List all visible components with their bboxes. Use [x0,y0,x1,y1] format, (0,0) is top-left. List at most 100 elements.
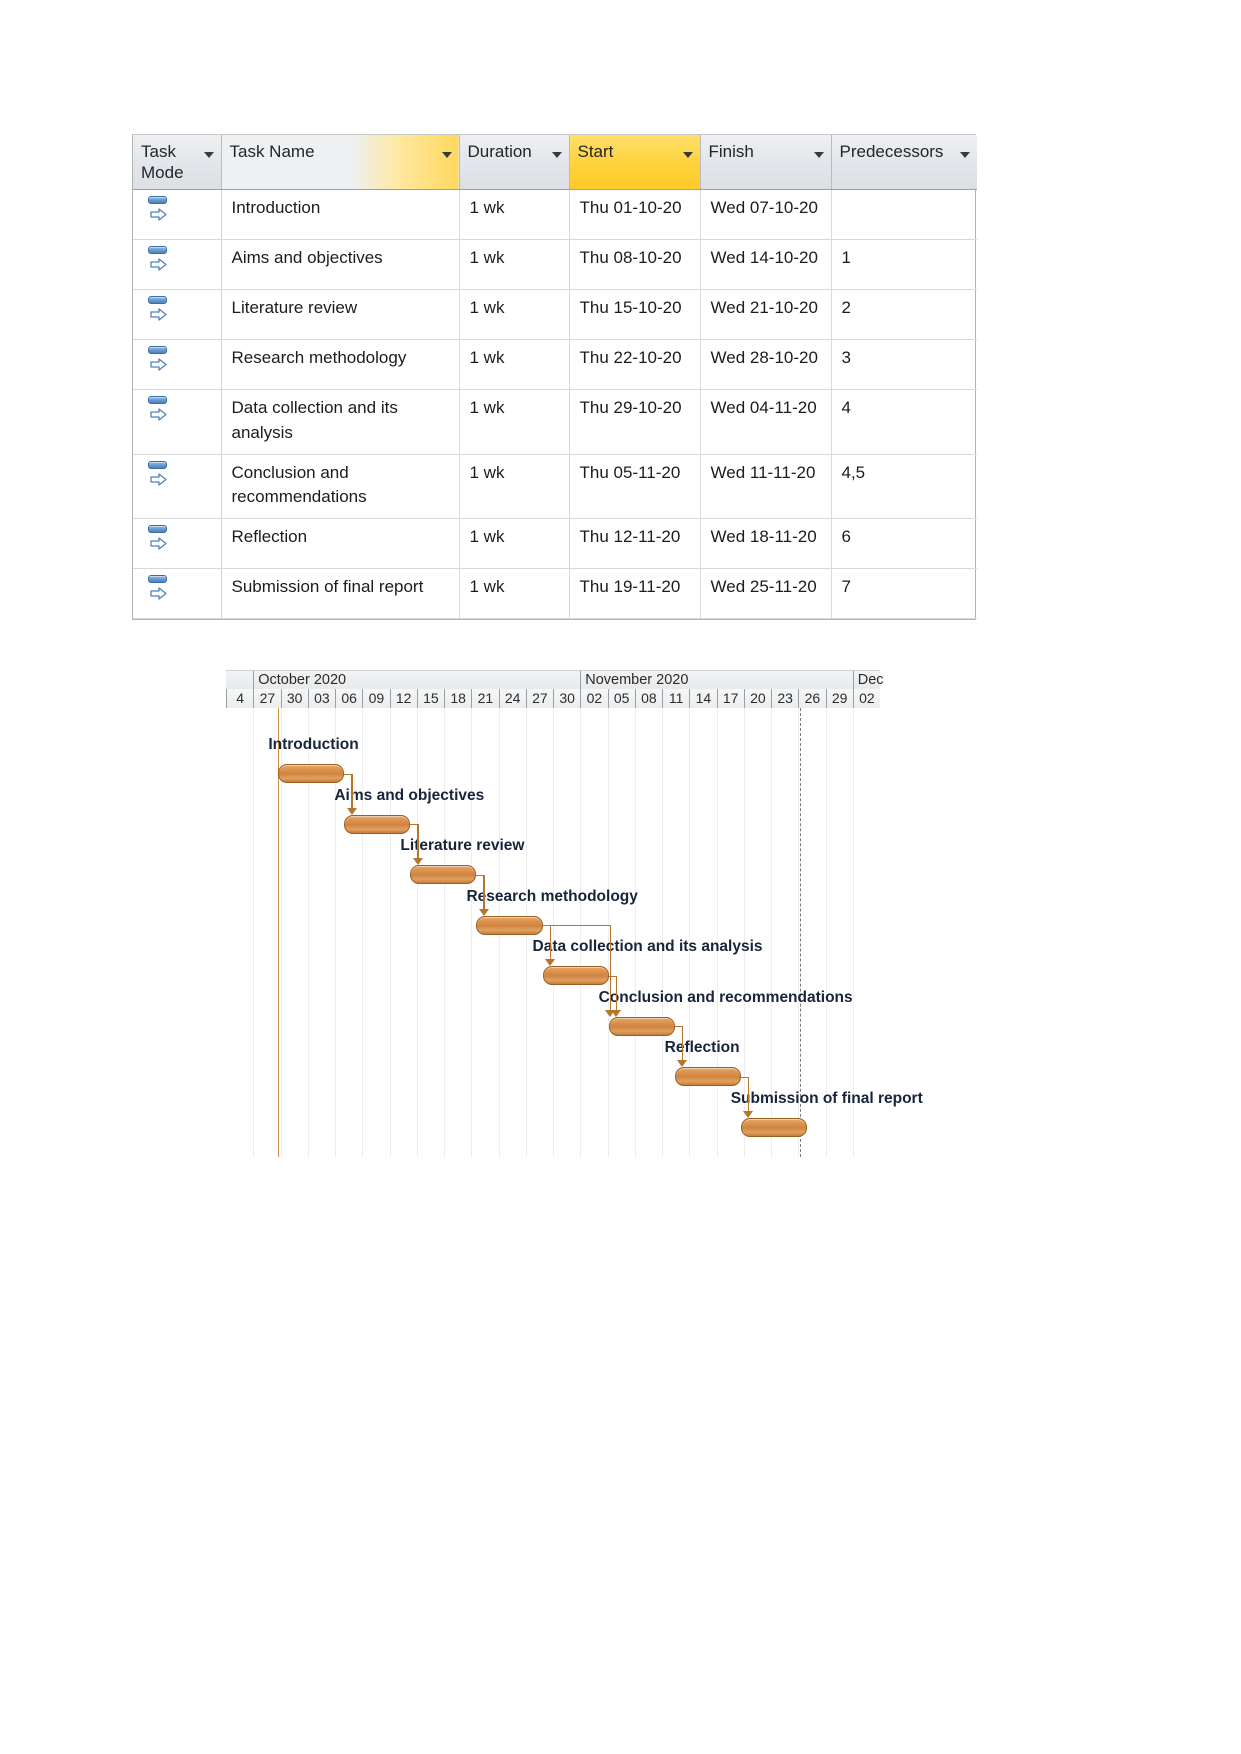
cell-start[interactable]: Thu 15-10-20 [569,289,701,341]
cell-start[interactable]: Thu 29-10-20 [569,389,701,455]
duration-text: 1 wk [469,248,505,268]
cell-finish[interactable]: Wed 14-10-20 [700,239,832,291]
cell-finish[interactable]: Wed 28-10-20 [700,339,832,391]
timescale-day-label: 15 [416,689,444,708]
cell-predecessors[interactable]: 6 [831,518,977,570]
gantt-task-bar[interactable] [278,764,345,783]
table-row[interactable]: Data collection and its analysis 1 wk Thu … [133,389,977,455]
table-row[interactable]: Introduction 1 wk Thu 01-10-20 Wed 07-10-20 [133,189,977,241]
cell-task-name[interactable]: Submission of final report [221,568,460,620]
cell-finish[interactable]: Wed 25-11-20 [700,568,832,620]
cell-task-mode[interactable] [133,339,222,391]
duration-text: 1 wk [469,348,505,368]
filter-dropdown-icon-start[interactable] [682,152,693,158]
cell-duration[interactable]: 1 wk [459,189,570,241]
cell-finish[interactable]: Wed 11-11-20 [700,454,832,520]
gantt-link-segment [615,975,617,1011]
column-header-start[interactable]: Start [569,135,701,191]
cell-task-mode[interactable] [133,568,222,620]
predecessors-text: 4 [841,398,851,418]
filter-dropdown-icon-task-name[interactable] [441,152,452,158]
cell-start[interactable]: Thu 22-10-20 [569,339,701,391]
cell-task-mode[interactable] [133,189,222,241]
table-row[interactable]: Research methodology 1 wk Thu 22-10-20 Wed … [133,339,977,391]
column-header-finish[interactable]: Finish [700,135,832,191]
gantt-task-bar[interactable] [542,966,609,985]
cell-predecessors[interactable]: 1 [831,239,977,291]
table-row[interactable]: Reflection 1 wk Thu 12-11-20 Wed 18-11-20 6 [133,518,977,570]
cell-duration[interactable]: 1 wk [459,389,570,455]
duration-text: 1 wk [469,198,505,218]
cell-predecessors[interactable]: 7 [831,568,977,620]
filter-dropdown-icon-predecessors[interactable] [960,152,970,158]
gantt-link-segment [410,824,418,826]
column-header-duration[interactable]: Duration [459,135,570,191]
cell-task-mode[interactable] [133,239,222,291]
cell-duration[interactable]: 1 wk [459,454,570,520]
filter-dropdown-icon-finish[interactable] [813,152,824,158]
column-header-predecessors[interactable]: Predecessors [831,135,977,191]
predecessors-text: 7 [841,577,851,597]
gantt-task-bar[interactable] [476,915,543,935]
gantt-gridline [553,708,554,1157]
table-row[interactable]: Conclusion and recommendations 1 wk Thu 05… [133,454,977,520]
cell-start[interactable]: Thu 08-10-20 [569,239,701,291]
cell-start[interactable]: Thu 01-10-20 [569,189,701,241]
auto-schedule-icon [147,525,169,551]
cell-predecessors[interactable] [831,189,977,241]
column-header-task-name[interactable]: Task Name [221,135,460,191]
cell-task-mode[interactable] [133,289,222,341]
cell-task-mode[interactable] [133,518,222,570]
cell-duration[interactable]: 1 wk [459,239,570,291]
cell-duration[interactable]: 1 wk [459,568,570,620]
cell-start[interactable]: Thu 19-11-20 [569,568,701,620]
filter-dropdown-icon-duration[interactable] [551,152,562,158]
cell-duration[interactable]: 1 wk [459,289,570,341]
predecessors-text: 4,5 [841,462,866,482]
gantt-gridline [416,708,418,1157]
timescale-month-label: Dec [852,671,908,690]
gantt-task-bar[interactable] [740,1117,807,1137]
filter-dropdown-icon-task-mode[interactable] [203,152,214,158]
table-row[interactable]: Aims and objectives 1 wk Thu 08-10-20 Wed 1… [133,239,977,291]
cell-predecessors[interactable]: 2 [831,289,977,341]
gantt-task-bar[interactable] [344,814,411,834]
cell-finish[interactable]: Wed 04-11-20 [700,389,832,455]
cell-finish[interactable]: Wed 21-10-20 [700,289,832,341]
timescale-day-label: 23 [771,689,798,708]
cell-task-name[interactable]: Data collection and its analysis [221,389,460,455]
gantt-gridline [444,708,445,1157]
gantt-task-bar[interactable] [410,865,477,884]
timescale-day-label: 14 [689,689,716,708]
task-name-text: Submission of final report [231,577,424,597]
cell-duration[interactable]: 1 wk [459,339,570,391]
gantt-task-bar[interactable] [608,1016,675,1036]
auto-schedule-icon [147,296,169,322]
timescale-day-label: 06 [335,689,362,708]
cell-predecessors[interactable]: 4,5 [831,454,977,520]
timescale-month-label: November 2020 [580,671,853,690]
gantt-link-segment [417,824,419,859]
gantt-link-arrow-icon [743,1110,754,1118]
table-row[interactable]: Submission of final report 1 wk Thu 19-11-… [133,568,977,620]
cell-predecessors[interactable]: 4 [831,389,977,455]
cell-task-name[interactable]: Aims and objectives [221,239,460,291]
gantt-task-bar[interactable] [674,1067,741,1086]
column-header-task-mode[interactable]: Task Mode [133,135,222,191]
cell-finish[interactable]: Wed 07-10-20 [700,189,832,241]
cell-finish[interactable]: Wed 18-11-20 [700,518,832,570]
start-date-text: Thu 05-11-20 [579,462,681,482]
cell-start[interactable]: Thu 12-11-20 [569,518,701,570]
cell-predecessors[interactable]: 3 [831,339,977,391]
cell-duration[interactable]: 1 wk [459,518,570,570]
cell-task-name[interactable]: Research methodology [221,339,460,391]
table-row[interactable]: Literature review 1 wk Thu 15-10-20 Wed 21-… [133,289,977,341]
cell-start[interactable]: Thu 05-11-20 [569,454,701,520]
cell-task-name[interactable]: Reflection [221,518,460,570]
cell-task-name[interactable]: Literature review [221,289,460,341]
cell-task-mode[interactable] [133,389,222,455]
cell-task-name[interactable]: Conclusion and recommendations [221,454,460,520]
gantt-link-segment [681,1026,684,1061]
cell-task-name[interactable]: Introduction [221,189,460,241]
cell-task-mode[interactable] [133,454,222,520]
